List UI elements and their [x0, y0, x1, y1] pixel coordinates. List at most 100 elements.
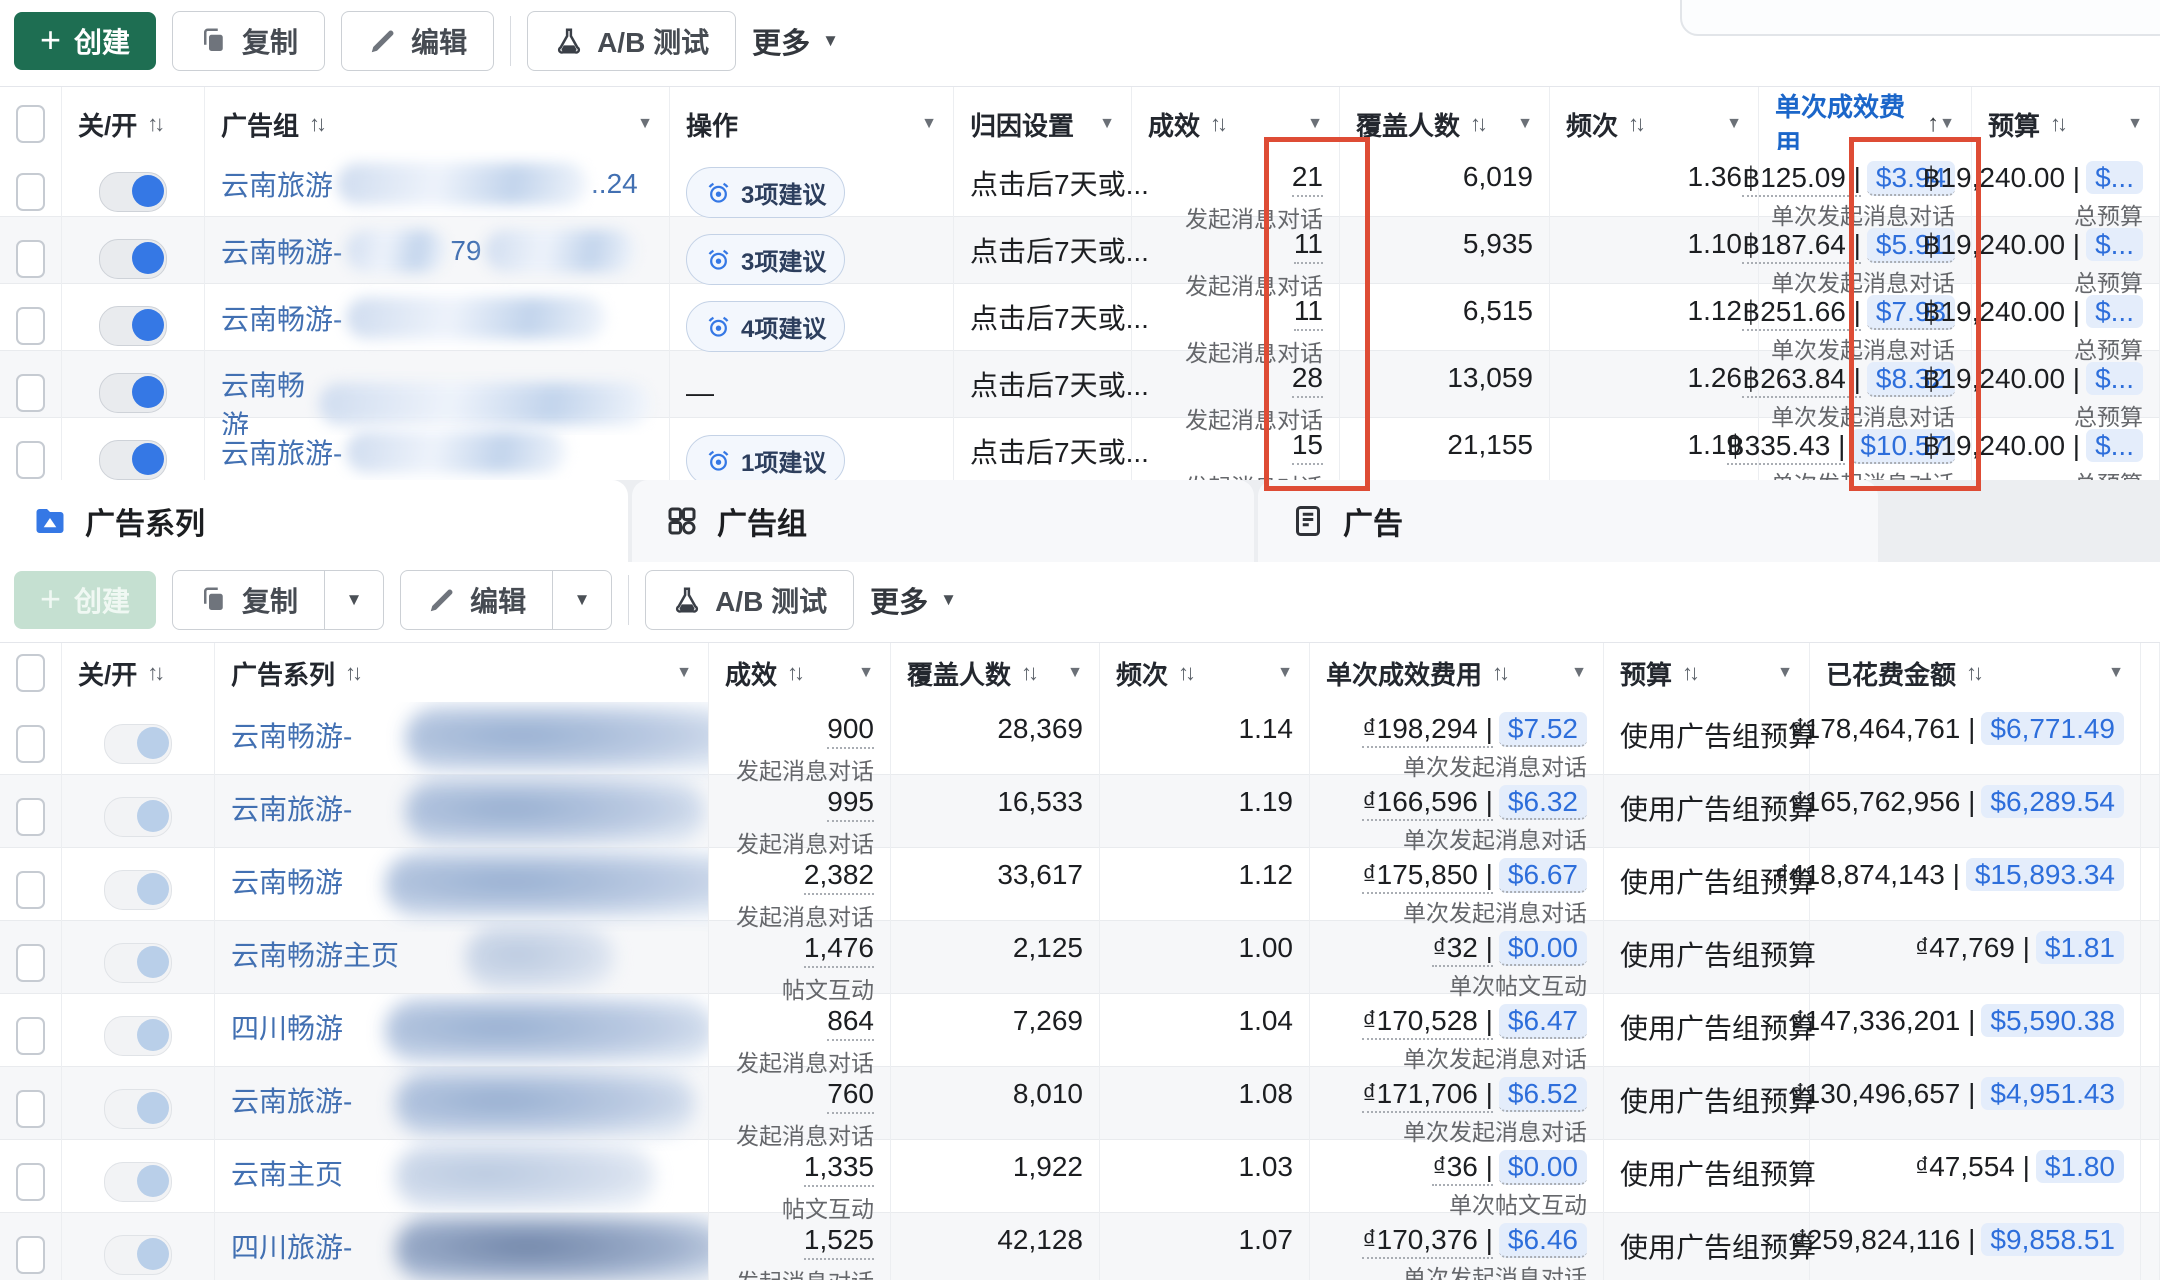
spent-usd-value[interactable]: $6,289.54 — [1981, 785, 2124, 818]
filter-caret-icon[interactable]: ▼ — [921, 115, 937, 133]
adset-name-link[interactable]: 云南畅游-79 — [221, 230, 639, 272]
cost-usd-value[interactable]: $7.52 — [1499, 712, 1587, 747]
campaign-active-toggle[interactable] — [104, 1235, 172, 1275]
campaign-active-toggle[interactable] — [104, 1162, 172, 1202]
column-header-cost-per-result[interactable]: 单次成效费用↑↓▼ — [1310, 643, 1604, 703]
row-checkbox[interactable] — [16, 798, 45, 836]
column-header-spent[interactable]: 已花费金额↑↓▼ — [1810, 643, 2141, 703]
more-button[interactable]: 更多 ▼ — [870, 579, 957, 621]
row-checkbox[interactable] — [16, 374, 45, 412]
edit-button[interactable]: 编辑 — [341, 11, 494, 71]
campaign-active-toggle[interactable] — [104, 943, 172, 983]
column-header-reach[interactable]: 覆盖人数↑↓▼ — [891, 643, 1100, 703]
filter-caret-icon[interactable]: ▼ — [1067, 664, 1083, 682]
cost-usd-value[interactable]: $0.00 — [1499, 1150, 1587, 1185]
row-checkbox[interactable] — [16, 944, 45, 982]
results-value[interactable]: 11 — [1294, 228, 1323, 264]
row-checkbox[interactable] — [16, 725, 45, 763]
filter-caret-icon[interactable]: ▼ — [1517, 115, 1533, 133]
column-header-budget[interactable]: 预算↑↓▼ — [1604, 643, 1810, 703]
sort-arrows-icon[interactable]: ↑↓ — [1470, 111, 1484, 137]
adset-name-link[interactable]: 云南旅游- — [221, 431, 570, 473]
sort-arrows-icon[interactable]: ↑↓ — [147, 660, 161, 686]
suggestions-badge[interactable]: 4项建议 — [686, 301, 845, 352]
results-value[interactable]: 15 — [1292, 429, 1323, 465]
create-button-disabled[interactable]: + 创建 — [14, 571, 156, 629]
results-value[interactable]: 1,476 — [804, 932, 874, 968]
filter-caret-icon[interactable]: ▼ — [2108, 664, 2124, 682]
edit-dropdown-toggle[interactable]: ▼ — [553, 570, 612, 630]
campaign-active-toggle[interactable] — [104, 797, 172, 837]
campaign-name-link[interactable]: 云南旅游- — [231, 788, 352, 828]
spent-usd-value[interactable]: $15,893.34 — [1966, 858, 2124, 891]
sort-arrows-icon[interactable]: ↑↓ — [1628, 111, 1642, 137]
results-value[interactable]: 1,335 — [804, 1151, 874, 1187]
adset-active-toggle[interactable] — [99, 440, 167, 480]
results-value[interactable]: 995 — [827, 786, 874, 822]
cost-usd-value[interactable]: $6.47 — [1499, 1004, 1587, 1039]
copy-dropdown-toggle[interactable]: ▼ — [325, 570, 384, 630]
results-value[interactable]: 864 — [827, 1005, 874, 1041]
row-checkbox[interactable] — [16, 1236, 45, 1274]
budget-usd-value[interactable]: $... — [2086, 362, 2143, 395]
row-checkbox[interactable] — [16, 240, 45, 278]
suggestions-badge[interactable]: 3项建议 — [686, 167, 845, 218]
filter-caret-icon[interactable]: ▼ — [676, 664, 692, 682]
results-value[interactable]: 21 — [1292, 161, 1323, 197]
cost-usd-value[interactable]: $6.32 — [1499, 785, 1587, 820]
adset-active-toggle[interactable] — [99, 373, 167, 413]
spent-usd-value[interactable]: $1.80 — [2036, 1150, 2124, 1183]
filter-caret-icon[interactable]: ▼ — [1307, 115, 1323, 133]
campaign-name-link[interactable]: 云南主页 — [231, 1153, 343, 1193]
copy-button[interactable]: 复制 — [172, 11, 325, 71]
results-value[interactable]: 11 — [1294, 295, 1323, 331]
spent-usd-value[interactable]: $6,771.49 — [1981, 712, 2124, 745]
results-value[interactable]: 760 — [827, 1078, 874, 1114]
budget-usd-value[interactable]: $... — [2086, 295, 2143, 328]
sort-arrows-icon[interactable]: ↑↓ — [1178, 660, 1192, 686]
column-header-results[interactable]: 成效↑↓▼ — [709, 643, 891, 703]
spent-usd-value[interactable]: $4,951.43 — [1981, 1077, 2124, 1110]
select-all-checkbox[interactable] — [16, 105, 45, 143]
sort-arrows-icon[interactable]: ↑↓ — [1492, 660, 1506, 686]
filter-caret-icon[interactable]: ▼ — [637, 115, 653, 133]
adset-active-toggle[interactable] — [99, 239, 167, 279]
adset-name-link[interactable]: 云南畅游- — [221, 297, 610, 339]
sort-arrows-icon[interactable]: ↑↓ — [345, 660, 359, 686]
results-value[interactable]: 28 — [1292, 362, 1323, 398]
results-value[interactable]: 2,382 — [804, 859, 874, 895]
budget-usd-value[interactable]: $... — [2086, 161, 2143, 194]
cost-usd-value[interactable]: $6.52 — [1499, 1077, 1587, 1112]
sort-arrows-icon[interactable]: ↑↓ — [1966, 660, 1980, 686]
select-all-checkbox[interactable] — [16, 654, 45, 692]
campaign-active-toggle[interactable] — [104, 1016, 172, 1056]
copy-button[interactable]: 复制 — [172, 570, 325, 630]
sort-arrows-icon[interactable]: ↑↓ — [1682, 660, 1696, 686]
campaign-name-link[interactable]: 四川旅游- — [231, 1226, 352, 1266]
row-checkbox[interactable] — [16, 1163, 45, 1201]
sort-arrows-icon[interactable]: ↑↓ — [147, 111, 161, 137]
filter-caret-icon[interactable]: ▼ — [858, 664, 874, 682]
column-header-frequency[interactable]: 频次↑↓▼ — [1100, 643, 1310, 703]
adset-active-toggle[interactable] — [99, 172, 167, 212]
filter-caret-icon[interactable]: ▼ — [1777, 664, 1793, 682]
results-value[interactable]: 1,525 — [804, 1224, 874, 1260]
ab-test-button[interactable]: A/B 测试 — [527, 11, 736, 71]
adset-name-link[interactable]: 云南旅游..24 — [221, 163, 638, 205]
spent-usd-value[interactable]: $1.81 — [2036, 931, 2124, 964]
column-header-toggle[interactable]: 关/开↑↓ — [62, 643, 215, 703]
campaign-name-link[interactable]: 四川畅游 — [231, 1007, 343, 1047]
campaign-name-link[interactable]: 云南畅游- — [231, 715, 352, 755]
sort-ascending-icon[interactable]: ↑ — [1927, 110, 1939, 138]
filter-caret-icon[interactable]: ▼ — [2127, 115, 2143, 133]
more-button[interactable]: 更多 ▼ — [752, 20, 839, 62]
column-header-campaign-name[interactable]: 广告系列↑↓▼ — [215, 643, 709, 703]
campaign-active-toggle[interactable] — [104, 724, 172, 764]
budget-usd-value[interactable]: $... — [2086, 228, 2143, 261]
suggestions-badge[interactable]: 1项建议 — [686, 435, 845, 486]
spent-usd-value[interactable]: $9,858.51 — [1981, 1223, 2124, 1256]
suggestions-badge[interactable]: 3项建议 — [686, 234, 845, 285]
filter-caret-icon[interactable]: ▼ — [1939, 115, 1955, 133]
row-checkbox[interactable] — [16, 1090, 45, 1128]
row-checkbox[interactable] — [16, 441, 45, 479]
